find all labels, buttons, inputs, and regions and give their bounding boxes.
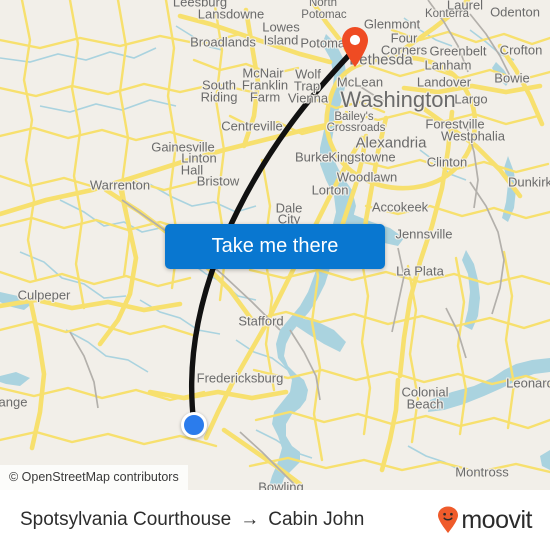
osm-attribution[interactable]: © OpenStreetMap contributors <box>0 465 188 490</box>
trip-arrow-icon: → <box>240 509 260 530</box>
trip-summary: Spotsylvania Courthouse → Cabin John <box>20 509 364 531</box>
take-me-there-button[interactable]: Take me there <box>165 224 385 269</box>
moovit-trip-map-page: Leesburg Lansdowne North Potomac Glenmont Lau… <box>0 0 550 550</box>
map-pin-icon <box>342 27 368 67</box>
trip-footer: Spotsylvania Courthouse → Cabin John moo… <box>0 490 550 550</box>
trip-destination-label: Cabin John <box>268 509 365 530</box>
destination-marker[interactable] <box>340 26 370 68</box>
moovit-logo[interactable]: moovit <box>437 506 532 535</box>
moovit-pin-icon <box>438 506 459 533</box>
origin-marker[interactable] <box>181 412 207 438</box>
trip-origin-label: Spotsylvania Courthouse <box>20 509 232 530</box>
moovit-wordmark: moovit <box>461 505 532 534</box>
map-canvas[interactable]: Leesburg Lansdowne North Potomac Glenmont Lau… <box>0 0 550 490</box>
